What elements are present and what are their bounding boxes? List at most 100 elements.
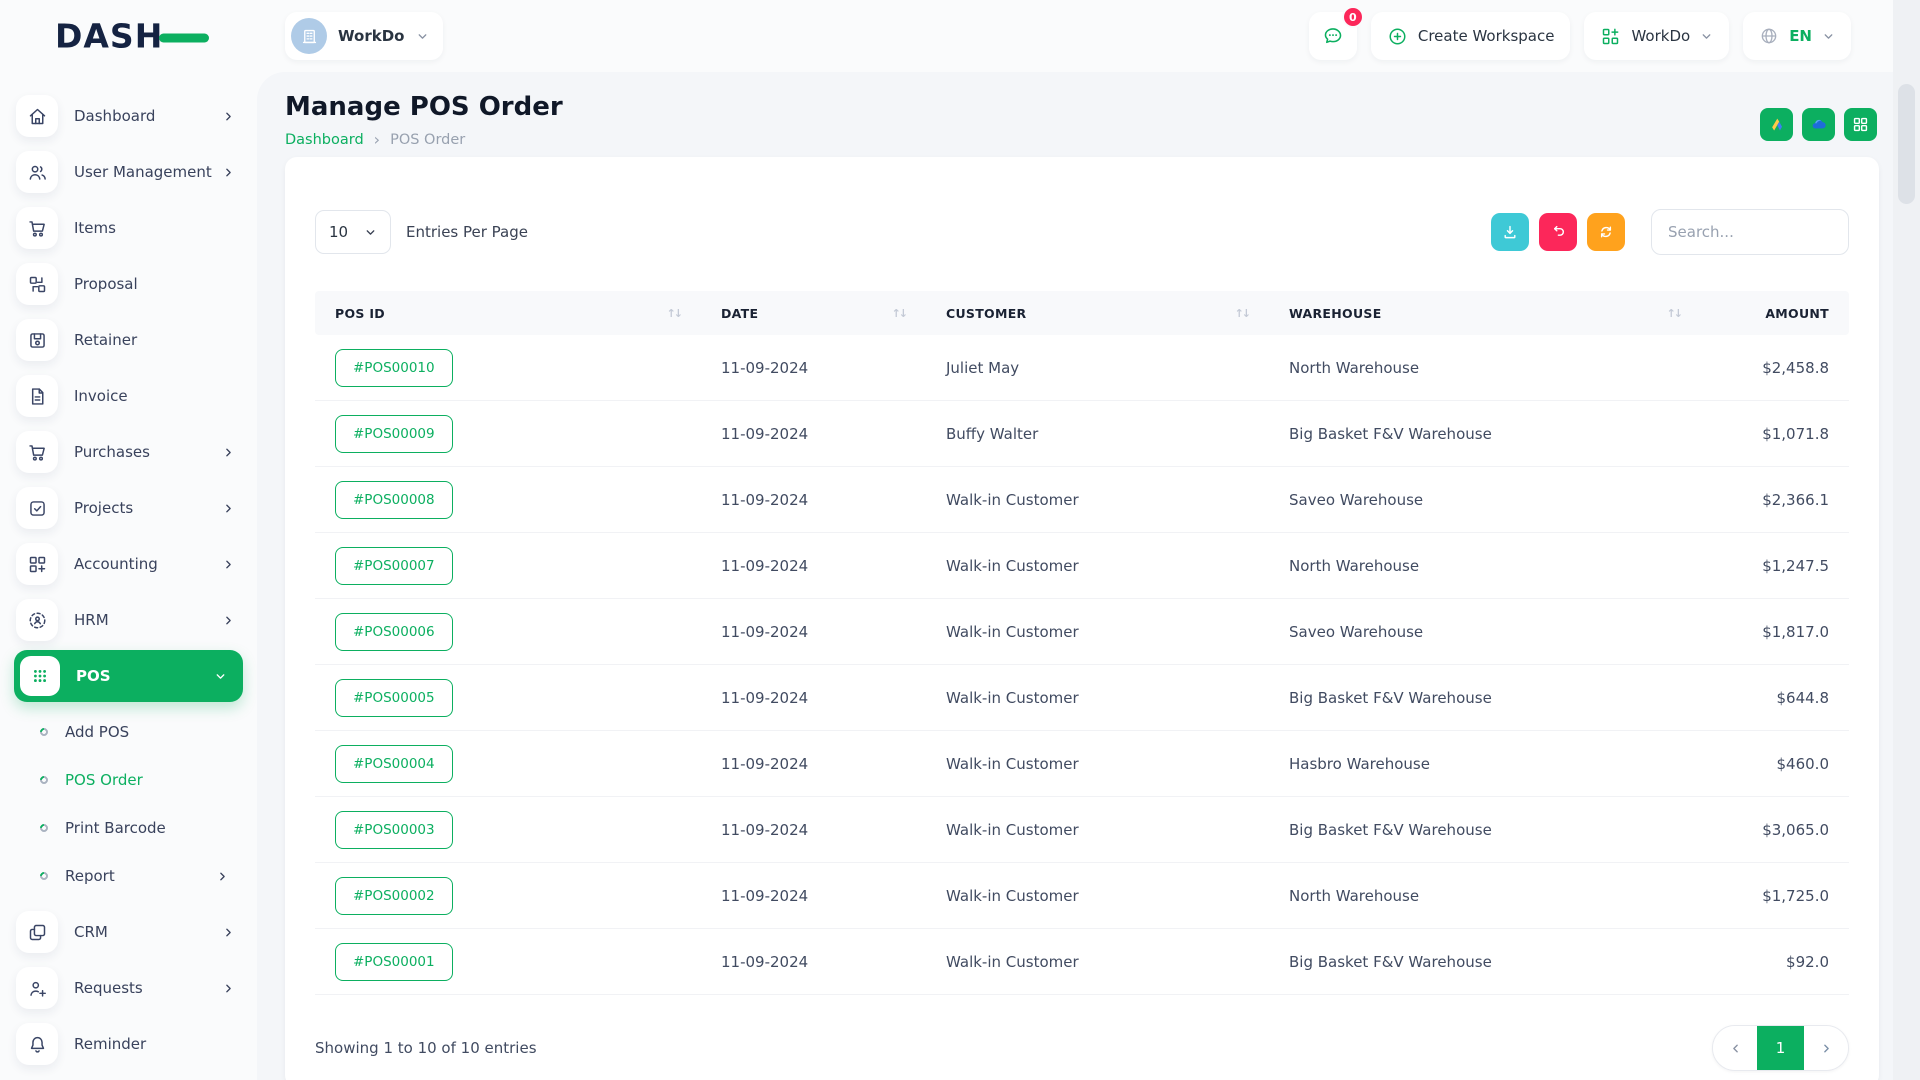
main-content: Manage POS Order Dashboard › POS Order 1…	[257, 72, 1893, 1080]
messages-button[interactable]: 0	[1309, 12, 1357, 60]
sort-icon[interactable]: ↑↓	[892, 307, 906, 320]
toolbar-right	[1491, 209, 1849, 255]
order-date: 11-09-2024	[701, 953, 926, 971]
sidebar-item-invoice[interactable]: Invoice	[0, 368, 257, 424]
warehouse-name: North Warehouse	[1269, 887, 1701, 905]
app-logo[interactable]: DASH	[55, 17, 209, 56]
export-button[interactable]	[1491, 213, 1529, 251]
scrollbar-thumb[interactable]	[1898, 84, 1915, 204]
customer-name: Walk-in Customer	[926, 689, 1269, 707]
sidebar-item-proposal[interactable]: Proposal	[0, 256, 257, 312]
entries-per-page-select[interactable]: 10	[315, 210, 391, 254]
sidebar-item-label: Requests	[74, 979, 143, 997]
sidebar-item-projects[interactable]: Projects	[0, 480, 257, 536]
language-selector[interactable]: EN	[1743, 12, 1851, 60]
sidebar-subitem-print-barcode[interactable]: Print Barcode	[0, 804, 257, 852]
chat-icon	[1322, 25, 1344, 47]
entries-summary: Showing 1 to 10 of 10 entries	[315, 1039, 537, 1057]
chevron-down-icon	[416, 30, 429, 43]
breadcrumb-home-link[interactable]: Dashboard	[285, 132, 364, 148]
home-icon	[16, 95, 58, 137]
one-drive-button[interactable]	[1802, 108, 1835, 141]
column-header-warehouse[interactable]: WAREHOUSE ↑↓	[1269, 306, 1701, 321]
order-date: 11-09-2024	[701, 359, 926, 377]
cart-icon	[16, 207, 58, 249]
workspace-switcher[interactable]: WorkDo	[285, 12, 443, 60]
topbar-right: 0 Create Workspace WorkDo	[1309, 12, 1851, 60]
chevron-right-icon	[222, 926, 235, 939]
order-amount: $2,366.1	[1701, 491, 1849, 509]
customer-name: Walk-in Customer	[926, 821, 1269, 839]
sidebar-item-purchases[interactable]: Purchases	[0, 424, 257, 480]
sidebar-subitem-add-pos[interactable]: Add POS	[0, 708, 257, 756]
sidebar: Dashboard User Management Items Proposal…	[0, 72, 257, 1080]
pos-id-link[interactable]: #POS00004	[335, 745, 453, 783]
order-amount: $1,071.8	[1701, 425, 1849, 443]
column-header-pos-id[interactable]: POS ID ↑↓	[315, 306, 701, 321]
sidebar-item-accounting[interactable]: Accounting	[0, 536, 257, 592]
sidebar-menu: Dashboard User Management Items Proposal…	[0, 88, 257, 1072]
pos-id-link[interactable]: #POS00003	[335, 811, 453, 849]
sidebar-item-hrm[interactable]: HRM	[0, 592, 257, 648]
sidebar-item-retainer[interactable]: Retainer	[0, 312, 257, 368]
sidebar-item-dashboard[interactable]: Dashboard	[0, 88, 257, 144]
workspace-name: WorkDo	[338, 27, 404, 45]
table-body: #POS00010 11-09-2024 Juliet May North Wa…	[315, 335, 1849, 995]
sidebar-subitem-report[interactable]: Report	[0, 852, 257, 900]
column-header-customer[interactable]: CUSTOMER ↑↓	[926, 306, 1269, 321]
sidebar-item-label: Purchases	[74, 443, 150, 461]
pos-id-link[interactable]: #POS00002	[335, 877, 453, 915]
table-row: #POS00002 11-09-2024 Walk-in Customer No…	[315, 863, 1849, 929]
proposal-icon	[16, 263, 58, 305]
sidebar-item-label: POS	[76, 667, 111, 685]
pos-id-link[interactable]: #POS00010	[335, 349, 453, 387]
pos-id-link[interactable]: #POS00007	[335, 547, 453, 585]
pagination-prev-button[interactable]	[1713, 1026, 1757, 1070]
table-row: #POS00006 11-09-2024 Walk-in Customer Sa…	[315, 599, 1849, 665]
pagination-current-page[interactable]: 1	[1757, 1026, 1804, 1070]
sidebar-item-label: Items	[74, 219, 116, 237]
order-amount: $1,725.0	[1701, 887, 1849, 905]
chevron-right-icon	[1820, 1042, 1833, 1055]
workdo-menu-button[interactable]: WorkDo	[1584, 12, 1729, 60]
sidebar-item-pos[interactable]: POS	[14, 650, 243, 702]
pos-id-link[interactable]: #POS00009	[335, 415, 453, 453]
sort-icon[interactable]: ↑↓	[667, 307, 681, 320]
chevron-left-icon	[1729, 1042, 1742, 1055]
search-input[interactable]	[1651, 209, 1849, 255]
sidebar-item-items[interactable]: Items	[0, 200, 257, 256]
undo-button[interactable]	[1539, 213, 1577, 251]
warehouse-name: Big Basket F&V Warehouse	[1269, 953, 1701, 971]
google-drive-button[interactable]	[1760, 108, 1793, 141]
sidebar-item-reminder[interactable]: Reminder	[0, 1016, 257, 1072]
customer-name: Juliet May	[926, 359, 1269, 377]
pos-id-link[interactable]: #POS00008	[335, 481, 453, 519]
order-date: 11-09-2024	[701, 755, 926, 773]
pos-id-link[interactable]: #POS00006	[335, 613, 453, 651]
sidebar-item-user-management[interactable]: User Management	[0, 144, 257, 200]
warehouse-name: North Warehouse	[1269, 557, 1701, 575]
column-header-date[interactable]: DATE ↑↓	[701, 306, 926, 321]
pos-id-link[interactable]: #POS00005	[335, 679, 453, 717]
sidebar-item-crm[interactable]: CRM	[0, 904, 257, 960]
create-workspace-button[interactable]: Create Workspace	[1371, 12, 1571, 60]
chevron-right-icon	[222, 614, 235, 627]
sort-icon[interactable]: ↑↓	[1667, 307, 1681, 320]
scrollbar-track[interactable]	[1893, 0, 1920, 1080]
crm-icon	[16, 911, 58, 953]
sidebar-subitem-pos-order[interactable]: POS Order	[0, 756, 257, 804]
grid-view-button[interactable]	[1844, 108, 1877, 141]
pagination-next-button[interactable]	[1804, 1026, 1848, 1070]
sidebar-item-requests[interactable]: Requests	[0, 960, 257, 1016]
entries-per-page-value: 10	[329, 223, 348, 241]
projects-icon	[16, 487, 58, 529]
breadcrumb-current: POS Order	[390, 132, 465, 148]
grid-icon	[1851, 115, 1870, 134]
order-amount: $460.0	[1701, 755, 1849, 773]
sidebar-item-label: Proposal	[74, 275, 138, 293]
refresh-button[interactable]	[1587, 213, 1625, 251]
pos-id-link[interactable]: #POS00001	[335, 943, 453, 981]
sort-icon[interactable]: ↑↓	[1235, 307, 1249, 320]
customer-name: Walk-in Customer	[926, 953, 1269, 971]
table-row: #POS00001 11-09-2024 Walk-in Customer Bi…	[315, 929, 1849, 995]
